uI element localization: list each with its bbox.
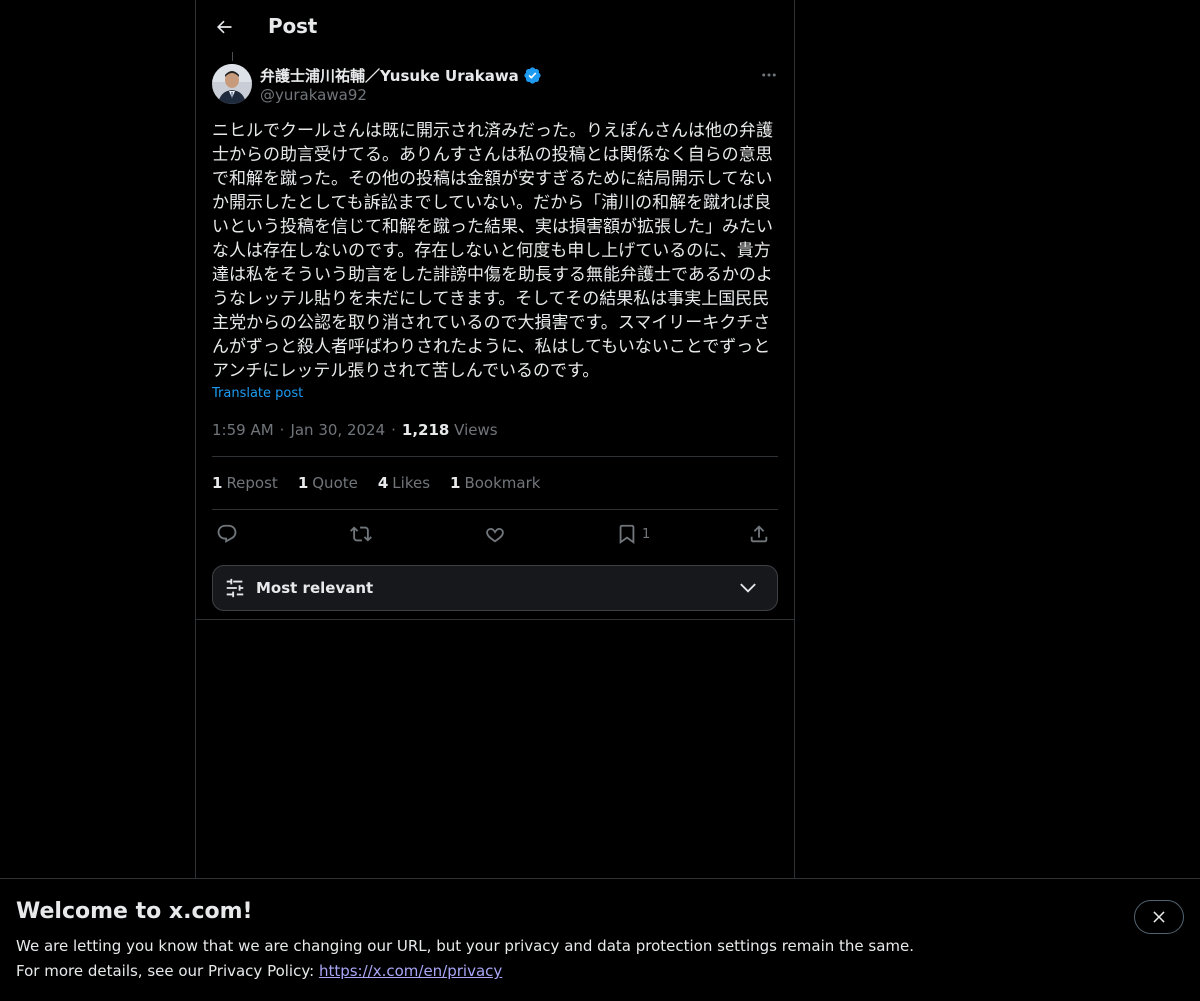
- more-icon: [762, 73, 776, 77]
- quotes-count: 1: [297, 474, 309, 492]
- avatar[interactable]: [212, 64, 252, 104]
- likes-count: 4: [377, 474, 389, 492]
- engagement-stats: 1 Repost 1 Quote 4 Likes 1 Bookmark: [212, 474, 540, 492]
- back-arrow-icon: [217, 20, 232, 34]
- back-button[interactable]: [208, 11, 240, 43]
- post-meta: 1:59 AM · Jan 30, 2024 · 1,218 Views: [212, 421, 498, 439]
- reposts-label: Repost: [226, 474, 278, 492]
- reply-icon: [217, 524, 237, 543]
- avatar-image: [212, 64, 252, 104]
- divider: [196, 619, 794, 620]
- share-button[interactable]: [748, 518, 770, 550]
- bookmark-icon: [619, 524, 635, 545]
- page-title: Post: [268, 14, 318, 38]
- reply-button[interactable]: [216, 518, 238, 550]
- sort-replies-dropdown[interactable]: Most relevant: [212, 565, 778, 611]
- divider: [212, 509, 778, 510]
- quotes-stat[interactable]: 1 Quote: [298, 474, 358, 492]
- author-handle[interactable]: @yurakawa92: [260, 86, 367, 104]
- post-time[interactable]: 1:59 AM: [212, 421, 274, 439]
- quotes-label: Quote: [312, 474, 358, 492]
- meta-separator: ·: [279, 421, 285, 439]
- banner-message: We are letting you know that we are chan…: [16, 937, 915, 955]
- close-banner-button[interactable]: [1134, 900, 1184, 934]
- like-button[interactable]: [484, 518, 506, 550]
- share-icon: [750, 525, 768, 543]
- views-count: 1,218: [401, 421, 450, 439]
- sort-label: Most relevant: [256, 579, 374, 597]
- author-name-row: 弁護士浦川祐輔／Yusuke Urakawa: [260, 64, 542, 86]
- like-icon: [486, 528, 504, 543]
- bookmarks-stat[interactable]: 1 Bookmark: [450, 474, 540, 492]
- views-label: Views: [454, 421, 498, 439]
- chevron-down-icon: [740, 583, 756, 593]
- sort-sliders-icon: [226, 578, 244, 598]
- banner-privacy-prefix: For more details, see our Privacy Policy…: [16, 962, 319, 980]
- verified-badge-icon[interactable]: [523, 66, 542, 85]
- more-button[interactable]: [758, 64, 780, 86]
- likes-stat[interactable]: 4 Likes: [378, 474, 430, 492]
- repost-button[interactable]: [350, 518, 372, 550]
- reposts-stat[interactable]: 1 Repost: [212, 474, 278, 492]
- divider: [212, 456, 778, 457]
- privacy-policy-link[interactable]: https://x.com/en/privacy: [319, 962, 502, 980]
- likes-label: Likes: [392, 474, 431, 492]
- meta-separator: ·: [391, 421, 396, 439]
- close-icon: [1153, 911, 1165, 923]
- thread-line: [232, 52, 233, 61]
- welcome-banner: Welcome to x.com! We are letting you kno…: [0, 878, 1200, 1001]
- header: Post: [196, 0, 794, 54]
- translate-post-link[interactable]: Translate post: [212, 386, 303, 401]
- reposts-count: 1: [212, 474, 223, 492]
- bookmark-count: 1: [642, 526, 651, 542]
- bookmarks-label: Bookmark: [464, 474, 541, 492]
- post-text: ニヒルでクールさんは既に開示され済みだった。りえぽんさんは他の弁護士からの助言受…: [212, 121, 773, 381]
- author-name[interactable]: 弁護士浦川祐輔／Yusuke Urakawa: [260, 65, 519, 86]
- post-date[interactable]: Jan 30, 2024: [290, 421, 385, 439]
- repost-icon: [350, 526, 372, 542]
- action-bar: 1: [212, 518, 778, 550]
- bookmark-button[interactable]: 1: [616, 518, 650, 550]
- main-column: Post 弁護士浦川祐輔／Yusuke Urakawa @yurakawa92 …: [195, 0, 795, 878]
- banner-privacy-line: For more details, see our Privacy Policy…: [16, 962, 502, 980]
- banner-title: Welcome to x.com!: [16, 899, 253, 924]
- bookmarks-count: 1: [450, 474, 461, 492]
